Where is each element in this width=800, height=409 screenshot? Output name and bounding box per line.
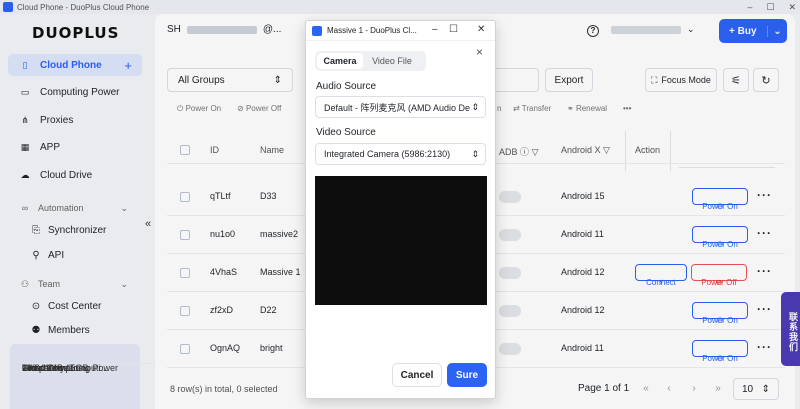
tab-video-file[interactable]: Video File	[363, 53, 421, 69]
chevron-updown-icon: ⇕	[471, 101, 479, 112]
dialog-maximize-button[interactable]: ☐	[449, 24, 458, 35]
app-logo-icon	[312, 25, 322, 36]
source-tabs: Camera Video File	[315, 51, 426, 71]
dialog-minimize-button[interactable]: –	[432, 24, 438, 35]
cancel-button[interactable]: Cancel	[392, 363, 442, 387]
sure-button[interactable]: Sure	[447, 363, 487, 387]
dialog-title: Massive 1 - DuoPlus Cl...	[327, 26, 417, 35]
camera-source-dialog: Massive 1 - DuoPlus Cl... – ☐ ✕ × Camera…	[305, 20, 496, 399]
video-source-select[interactable]: Integrated Camera (5986:2130) ⇕	[315, 143, 486, 165]
tab-camera[interactable]: Camera	[317, 53, 363, 69]
audio-source-label: Audio Source	[316, 81, 377, 92]
dialog-titlebar: Massive 1 - DuoPlus Cl... – ☐ ✕	[306, 21, 495, 41]
audio-source-select[interactable]: Default - 阵列麦克风 (AMD Audio De ⇕	[315, 96, 486, 118]
video-source-label: Video Source	[316, 127, 376, 138]
dialog-window-close-button[interactable]: ✕	[477, 24, 485, 35]
camera-preview	[315, 176, 487, 305]
chevron-updown-icon: ⇕	[471, 148, 479, 159]
close-icon[interactable]: ×	[476, 45, 483, 59]
